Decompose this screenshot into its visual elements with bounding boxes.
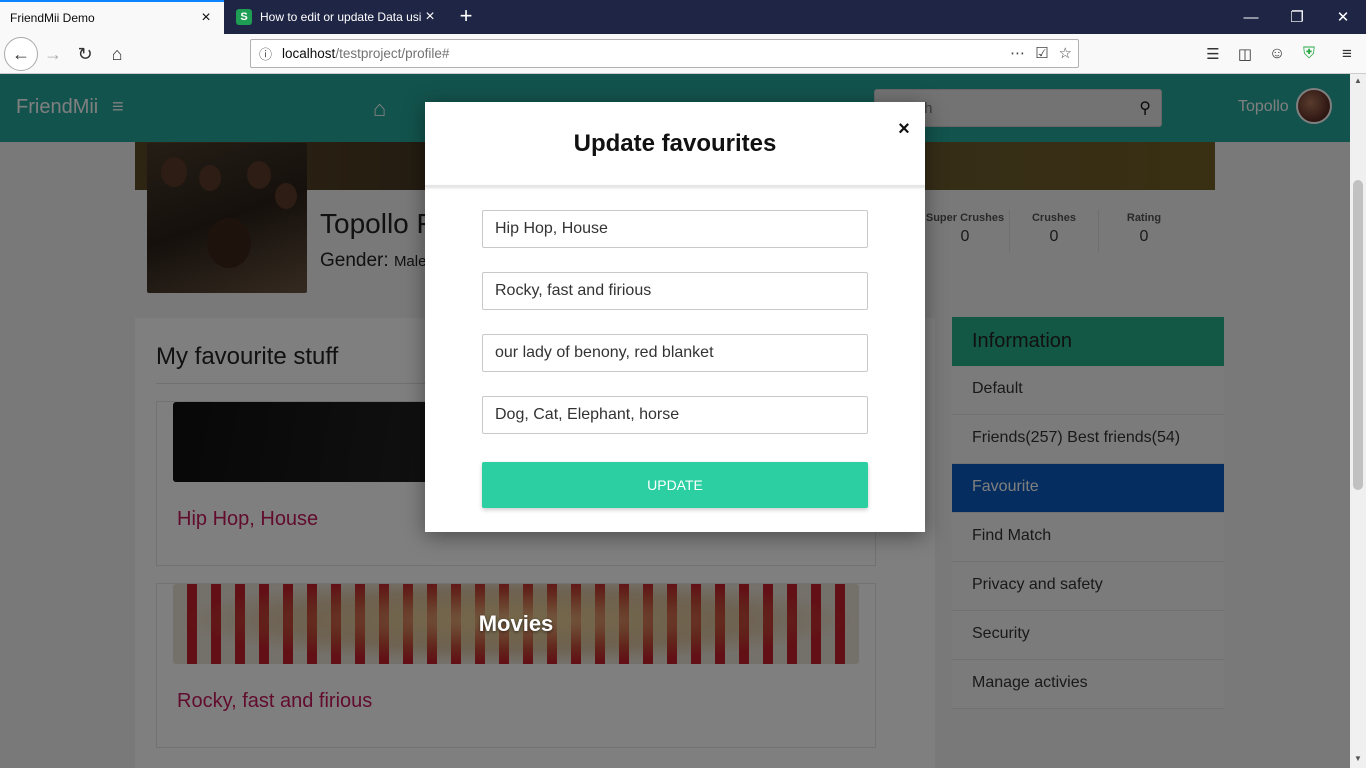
modal-close-icon[interactable]: × (894, 118, 914, 142)
window-close-icon[interactable]: ✕ (1320, 0, 1366, 34)
site-info-icon[interactable]: ⓘ (259, 44, 272, 63)
url-bar[interactable]: ⓘ localhost/testproject/profile# ⋯ ☑ ☆ (250, 39, 1079, 68)
update-favourites-modal: Update favourites × UPDATE (425, 102, 925, 532)
tab-how-to-edit[interactable]: S How to edit or update Data usi × (226, 0, 448, 34)
favourite-card-image-title: Movies (478, 611, 554, 636)
tab-friendmii-demo[interactable]: FriendMii Demo × (0, 0, 224, 34)
back-arrow-icon[interactable]: ← (4, 37, 38, 71)
update-button[interactable]: UPDATE (482, 462, 868, 508)
restore-icon[interactable]: ❐ (1274, 0, 1320, 34)
modal-divider (425, 185, 925, 187)
close-icon[interactable]: × (422, 8, 438, 26)
account-icon[interactable]: ☺ (1262, 40, 1292, 68)
favourite-books-input[interactable] (482, 334, 868, 372)
modal-title: Update favourites (573, 130, 777, 157)
tab-title: How to edit or update Data usi (260, 10, 422, 24)
page-scrollbar[interactable]: ▲ ▼ (1350, 74, 1366, 768)
scroll-up-icon[interactable]: ▲ (1352, 76, 1364, 85)
tab-title: FriendMii Demo (10, 11, 95, 25)
pocket-icon[interactable]: ☑ (1035, 44, 1048, 62)
browser-tab-bar: FriendMii Demo × S How to edit or update… (0, 0, 1366, 34)
bookmark-star-icon[interactable]: ☆ (1059, 44, 1072, 62)
favourite-animals-input[interactable] (482, 396, 868, 434)
favourite-movies-input[interactable] (482, 272, 868, 310)
sidebar-icon[interactable]: ◫ (1230, 40, 1260, 68)
reload-icon[interactable]: ↻ (70, 40, 100, 68)
home-icon[interactable]: ⌂ (102, 40, 132, 68)
forward-arrow-icon[interactable]: → (38, 40, 68, 68)
page-actions-icon[interactable]: ⋯ (1010, 44, 1025, 62)
close-icon[interactable]: × (198, 9, 214, 27)
library-icon[interactable]: ☰ (1198, 40, 1228, 68)
favourite-music-input[interactable] (482, 210, 868, 248)
menu-hamburger-icon[interactable]: ≡ (1332, 40, 1362, 68)
scroll-down-icon[interactable]: ▼ (1352, 754, 1364, 763)
minimize-icon[interactable]: — (1228, 0, 1274, 34)
new-tab-plus-icon[interactable]: + (454, 5, 478, 29)
url-path: /testproject/profile# (335, 46, 450, 61)
browser-nav-bar: ← → ↻ ⌂ ⓘ localhost/testproject/profile#… (0, 34, 1366, 74)
url-host: localhost (282, 46, 336, 61)
shield-icon[interactable]: ⛨ (1294, 40, 1324, 68)
site-favicon-icon: S (236, 9, 252, 25)
scrollbar-thumb[interactable] (1353, 180, 1363, 490)
